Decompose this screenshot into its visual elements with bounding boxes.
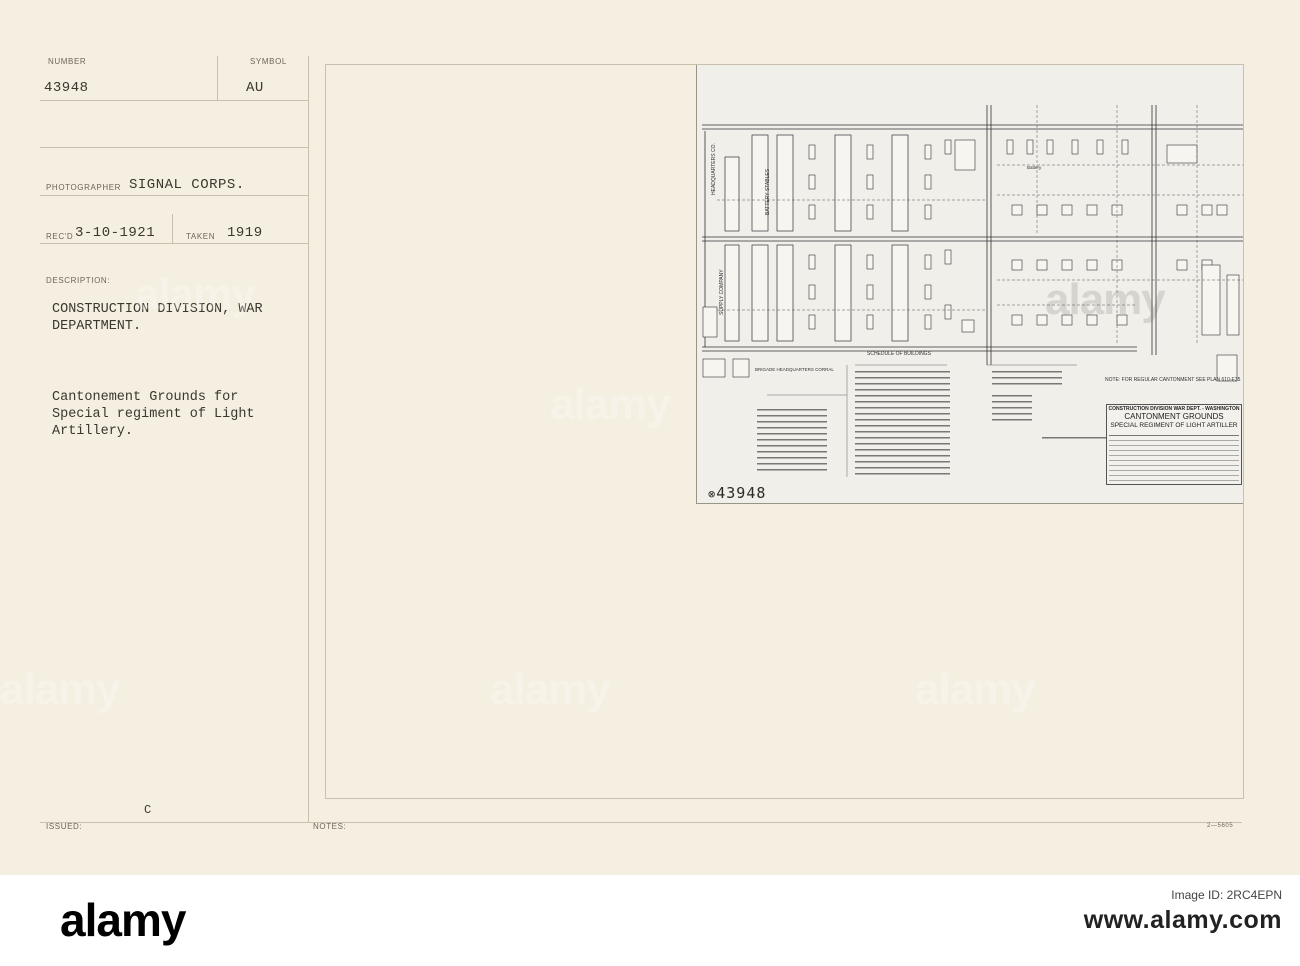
description-line-2: DEPARTMENT. [52, 319, 142, 334]
watermark-4: alamy [0, 665, 121, 714]
photographer-label: PHOTOGRAPHER [46, 183, 122, 192]
schedule-heading: SCHEDULE OF BUILDINGS [867, 351, 932, 357]
number-label: NUMBER [48, 57, 87, 66]
caption-line-1: Cantonement Grounds for [52, 390, 239, 405]
description-label: DESCRIPTION: [46, 276, 111, 285]
photographer-value: SIGNAL CORPS. [129, 177, 245, 193]
stage: NUMBER 43948 SYMBOL AU PHOTOGRAPHER SIGN… [0, 0, 1300, 966]
battery-label: Battery [1027, 165, 1042, 170]
rule-taken-divider [172, 214, 173, 243]
watermark-5: alamy [490, 665, 611, 714]
circle-mark-icon: ⊗ [708, 487, 717, 501]
site-url[interactable]: www.alamy.com [0, 906, 1282, 935]
stables-label: BATTERY STABLES [765, 168, 771, 215]
taken-label: TAKEN [186, 232, 216, 241]
photo-number-text: 43948 [716, 484, 767, 502]
recd-label: REC'D [46, 232, 74, 241]
rule-photographer [40, 195, 308, 196]
issued-label: ISSUED: [46, 822, 83, 831]
watermark-3: alamy [1045, 275, 1166, 324]
taken-value: 1919 [227, 225, 263, 241]
rule-spacer [40, 147, 308, 148]
brigade-label: BRIGADE HEADQUARTERS CORRAL [755, 367, 834, 372]
rule-number-divider [217, 56, 218, 100]
watermark-1: alamy [135, 270, 256, 319]
headquarters-label: HEADQUARTERS CO. [711, 143, 717, 195]
title-block-title-1: CANTONMENT GROUNDS [1124, 412, 1224, 421]
caption-line-2: Special regiment of Light [52, 407, 255, 422]
watermark-6: alamy [915, 665, 1036, 714]
image-id-label: Image ID: 2RC4EPN [1171, 888, 1282, 902]
form-number: 2—5605 [1207, 823, 1234, 829]
rule-left-column [308, 56, 309, 822]
number-value: 43948 [44, 80, 89, 96]
rule-recd [40, 243, 308, 244]
symbol-value: AU [246, 80, 264, 96]
archive-record-card: NUMBER 43948 SYMBOL AU PHOTOGRAPHER SIGN… [0, 0, 1300, 875]
note-text: NOTE: FOR REGULAR CANTONMENT SEE PLAN 61… [1105, 377, 1241, 383]
supply-label: SUPPLY COMPANY [719, 269, 725, 315]
rule-bottom [40, 822, 1242, 823]
recd-value: 3-10-1921 [75, 225, 156, 241]
image-id-block: Image ID: 2RC4EPN www.alamy.com [0, 888, 1282, 935]
photo-handwritten-number: ⊗43948 [708, 484, 766, 502]
caption-line-3: Artillery. [52, 424, 134, 439]
drawing-title-block: CONSTRUCTION DIVISION WAR DEPT. - WASHIN… [1106, 404, 1242, 485]
issued-value: C [144, 803, 152, 817]
title-block-title-2: SPECIAL REGIMENT OF LIGHT ARTILLER [1110, 422, 1238, 429]
notes-label: NOTES: [313, 822, 347, 831]
rule-number [40, 100, 308, 101]
symbol-label: SYMBOL [250, 57, 287, 66]
stock-footer: alamy Image ID: 2RC4EPN www.alamy.com [0, 875, 1300, 966]
title-block-lines [1109, 435, 1239, 482]
watermark-2: alamy [550, 380, 671, 429]
